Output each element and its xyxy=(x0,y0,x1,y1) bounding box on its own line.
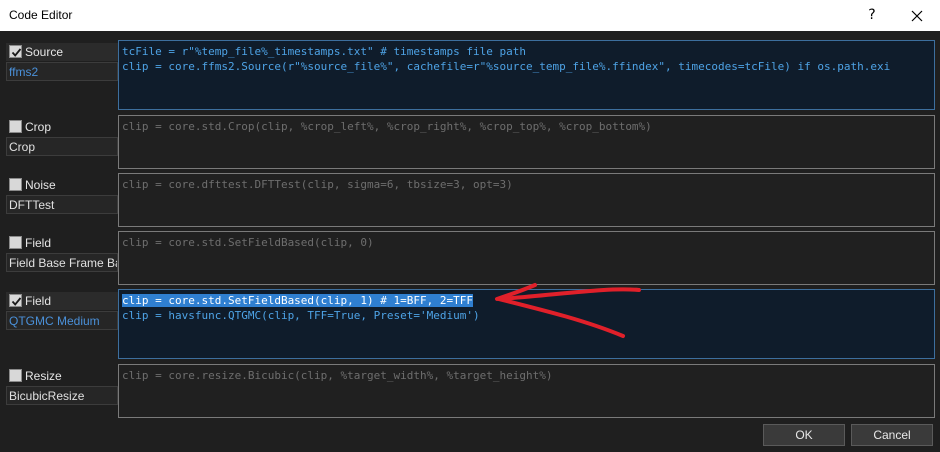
code-line: clip = core.ffms2.Source(r"%source_file%… xyxy=(122,60,891,73)
filter-toggle-field-base[interactable]: Field xyxy=(6,234,118,252)
title-bar: Code Editor ? xyxy=(0,0,940,31)
code-line: clip = core.std.Crop(clip, %crop_left%, … xyxy=(122,120,652,133)
code-editor-crop[interactable]: clip = core.std.Crop(clip, %crop_left%, … xyxy=(118,115,935,169)
code-editor-resize[interactable]: clip = core.resize.Bicubic(clip, %target… xyxy=(118,364,935,418)
code-line: tcFile = r"%temp_file%_timestamps.txt" #… xyxy=(122,45,526,58)
close-icon xyxy=(911,10,923,22)
filter-toggle-field-qtgmc[interactable]: Field xyxy=(6,292,118,310)
field-qtgmc-checkbox[interactable] xyxy=(9,294,22,307)
filter-name-field[interactable]: DFTTest xyxy=(6,195,118,214)
filter-name-field[interactable]: BicubicResize xyxy=(6,386,118,405)
noise-checkbox[interactable] xyxy=(9,178,22,191)
filter-category: Source xyxy=(25,45,64,59)
text-selection: clip = core.std.SetFieldBased(clip, 1) #… xyxy=(122,294,473,307)
crop-checkbox[interactable] xyxy=(9,120,22,133)
check-icon xyxy=(11,48,22,57)
check-icon xyxy=(11,297,22,306)
filter-name-field[interactable]: Field Base Frame Bas xyxy=(6,253,118,272)
resize-checkbox[interactable] xyxy=(9,369,22,382)
ok-button[interactable]: OK xyxy=(763,424,845,446)
code-line: clip = core.std.SetFieldBased(clip, 0) xyxy=(122,236,374,249)
code-line: clip = core.dfttest.DFTTest(clip, sigma=… xyxy=(122,178,513,191)
filter-category: Field xyxy=(25,294,52,308)
source-checkbox[interactable] xyxy=(9,45,22,58)
code-editor-field-base[interactable]: clip = core.std.SetFieldBased(clip, 0) xyxy=(118,231,935,285)
filter-name-field[interactable]: QTGMC Medium xyxy=(6,311,118,330)
filter-name-field[interactable]: Crop xyxy=(6,137,118,156)
filter-category: Resize xyxy=(25,369,62,383)
filter-category: Noise xyxy=(25,178,56,192)
filter-category: Crop xyxy=(25,120,52,134)
code-line-selected: clip = core.std.SetFieldBased(clip, 1) #… xyxy=(122,293,473,308)
annotation-arrow xyxy=(495,283,641,338)
code-line: clip = havsfunc.QTGMC(clip, TFF=True, Pr… xyxy=(122,309,480,322)
filter-toggle-crop[interactable]: Crop xyxy=(6,118,118,136)
code-line: clip = core.resize.Bicubic(clip, %target… xyxy=(122,369,553,382)
code-editor-noise[interactable]: clip = core.dfttest.DFTTest(clip, sigma=… xyxy=(118,173,935,227)
window-title: Code Editor xyxy=(9,8,73,22)
filter-toggle-noise[interactable]: Noise xyxy=(6,176,118,194)
filter-name-field[interactable]: ffms2 xyxy=(6,62,118,81)
close-button[interactable] xyxy=(900,0,934,31)
filter-toggle-resize[interactable]: Resize xyxy=(6,367,118,385)
editor-client-area: Source ffms2 tcFile = r"%temp_file%_time… xyxy=(1,31,939,451)
filter-category: Field xyxy=(25,236,52,250)
field-base-checkbox[interactable] xyxy=(9,236,22,249)
code-editor-source[interactable]: tcFile = r"%temp_file%_timestamps.txt" #… xyxy=(118,40,935,110)
filter-toggle-source[interactable]: Source xyxy=(6,43,118,61)
cancel-button[interactable]: Cancel xyxy=(851,424,933,446)
help-button[interactable]: ? xyxy=(858,0,886,31)
